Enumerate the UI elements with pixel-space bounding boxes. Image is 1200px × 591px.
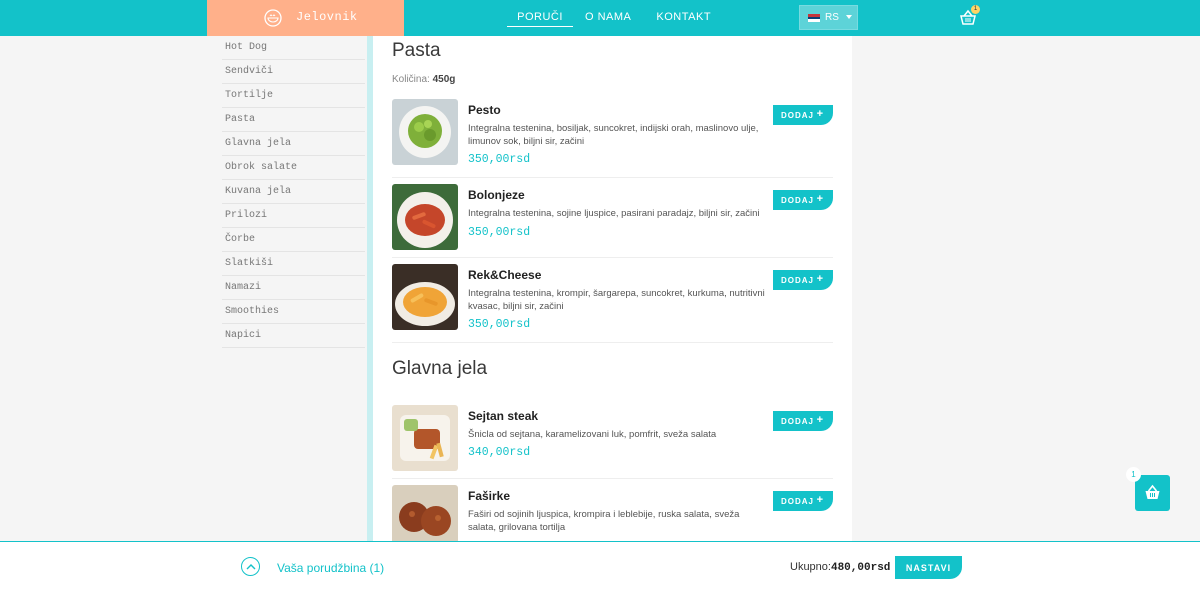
top-bar: Jelovnik PORUČI O NAMA KONTAKT RS 1 (0, 0, 1200, 36)
section-title-pasta: Pasta (392, 40, 441, 61)
category-smoothies[interactable]: Smoothies (222, 300, 365, 324)
order-bar: Vaša porudžbina (1) Ukupno:480,00rsd NAS… (0, 541, 1200, 591)
item-description: Faširi od sojinih ljuspica, krompira i l… (468, 509, 740, 533)
add-button[interactable]: DODAJ + (773, 491, 833, 511)
language-code: RS (825, 12, 839, 23)
category-prilozi[interactable]: Prilozi (222, 204, 365, 228)
category-kuvana-jela[interactable]: Kuvana jela (222, 180, 365, 204)
menu-item: Bolonjeze Integralna testenina, sojine l… (392, 184, 833, 258)
basket-icon (1145, 484, 1160, 499)
item-description: Integralna testenina, sojine ljuspice, p… (468, 208, 760, 219)
add-button[interactable]: DODAJ + (773, 105, 833, 125)
quantity-label: Količina: (392, 74, 430, 85)
quantity-value: 450g (432, 74, 456, 85)
category-tortilje[interactable]: Tortilje (222, 84, 365, 108)
category-namazi[interactable]: Namazi (222, 276, 365, 300)
category-napici[interactable]: Napici (222, 324, 365, 348)
item-price: 350,00rsd (468, 318, 531, 331)
menu-content: Pasta Količina: 450g Pesto Integralna te… (373, 36, 852, 541)
item-price: 340,00rsd (468, 446, 531, 459)
menu-item: Rek&Cheese Integralna testenina, krompir… (392, 264, 833, 343)
seitan-steak-image (392, 405, 458, 471)
language-select[interactable]: RS (799, 5, 858, 30)
total-value: 480,00rsd (830, 562, 891, 574)
pesto-image (392, 99, 458, 165)
category-glavna-jela[interactable]: Glavna jela (222, 132, 365, 156)
food-bowl-icon (264, 9, 282, 27)
plus-icon: + (816, 193, 824, 205)
nav-about[interactable]: O NAMA (585, 0, 631, 27)
category-sendvici[interactable]: Sendviči (222, 60, 365, 84)
order-summary-label[interactable]: Vaša porudžbina (1) (277, 561, 384, 575)
brand[interactable]: Jelovnik (207, 0, 404, 36)
item-description: Integralna testenina, bosiljak, suncokre… (468, 123, 759, 147)
bolognese-image (392, 184, 458, 250)
item-name: Bolonjeze (468, 188, 525, 202)
item-name: Rek&Cheese (468, 268, 542, 282)
quantity-info: Količina: 450g (392, 74, 455, 85)
mac-and-cheese-image (392, 264, 458, 330)
cart-count-badge: 1 (971, 5, 980, 14)
category-pasta[interactable]: Pasta (222, 108, 365, 132)
add-button[interactable]: DODAJ + (773, 270, 833, 290)
chevron-down-icon (846, 15, 852, 19)
category-slatkisi[interactable]: Slatkiši (222, 252, 365, 276)
plus-icon: + (816, 494, 824, 506)
item-price: 350,00rsd (468, 226, 531, 239)
serbia-flag-icon (808, 14, 820, 22)
menu-item: Pesto Integralna testenina, bosiljak, su… (392, 99, 833, 178)
category-hot-dog[interactable]: Hot Dog (222, 36, 365, 60)
plus-icon: + (816, 273, 824, 285)
nav-order[interactable]: PORUČI (507, 0, 573, 27)
item-description: Šnicla od sejtana, karamelizovani luk, p… (468, 429, 717, 440)
total-label: Ukupno: (790, 561, 831, 573)
add-button-label: DODAJ (781, 110, 815, 120)
add-button-label: DODAJ (781, 195, 815, 205)
item-name: Sejtan steak (468, 409, 539, 423)
menu-item: Sejtan steak Šnicla od sejtana, karameli… (392, 405, 833, 479)
add-button-label: DODAJ (781, 275, 815, 285)
fasirke-image (392, 485, 458, 541)
add-button-label: DODAJ (781, 496, 815, 506)
category-sidebar: Hot Dog Sendviči Tortilje Pasta Glavna j… (222, 36, 365, 348)
add-button[interactable]: DODAJ + (773, 411, 833, 431)
add-button[interactable]: DODAJ + (773, 190, 833, 210)
section-title-glavna-jela: Glavna jela (392, 358, 488, 379)
nav-contact[interactable]: KONTAKT (656, 0, 711, 27)
plus-icon: + (816, 108, 824, 120)
floating-cart-button[interactable] (1135, 475, 1170, 511)
order-total: Ukupno:480,00rsd (790, 561, 890, 574)
menu-item: Faširke Faširi od sojinih ljuspica, krom… (392, 485, 833, 541)
item-description: Integralna testenina, krompir, šargarepa… (468, 288, 765, 312)
add-button-label: DODAJ (781, 416, 815, 426)
category-obrok-salate[interactable]: Obrok salate (222, 156, 365, 180)
expand-order-button[interactable] (241, 557, 260, 576)
brand-name: Jelovnik (296, 10, 358, 24)
plus-icon: + (816, 414, 824, 426)
main-nav: PORUČI O NAMA KONTAKT (507, 0, 711, 36)
continue-button[interactable]: NASTAVI (895, 556, 962, 579)
item-price: 350,00rsd (468, 153, 531, 166)
floating-cart-count: 1 (1126, 467, 1141, 482)
item-name: Pesto (468, 103, 501, 117)
item-name: Faširke (468, 489, 511, 503)
category-corbe[interactable]: Čorbe (222, 228, 365, 252)
chevron-up-icon (246, 564, 256, 570)
